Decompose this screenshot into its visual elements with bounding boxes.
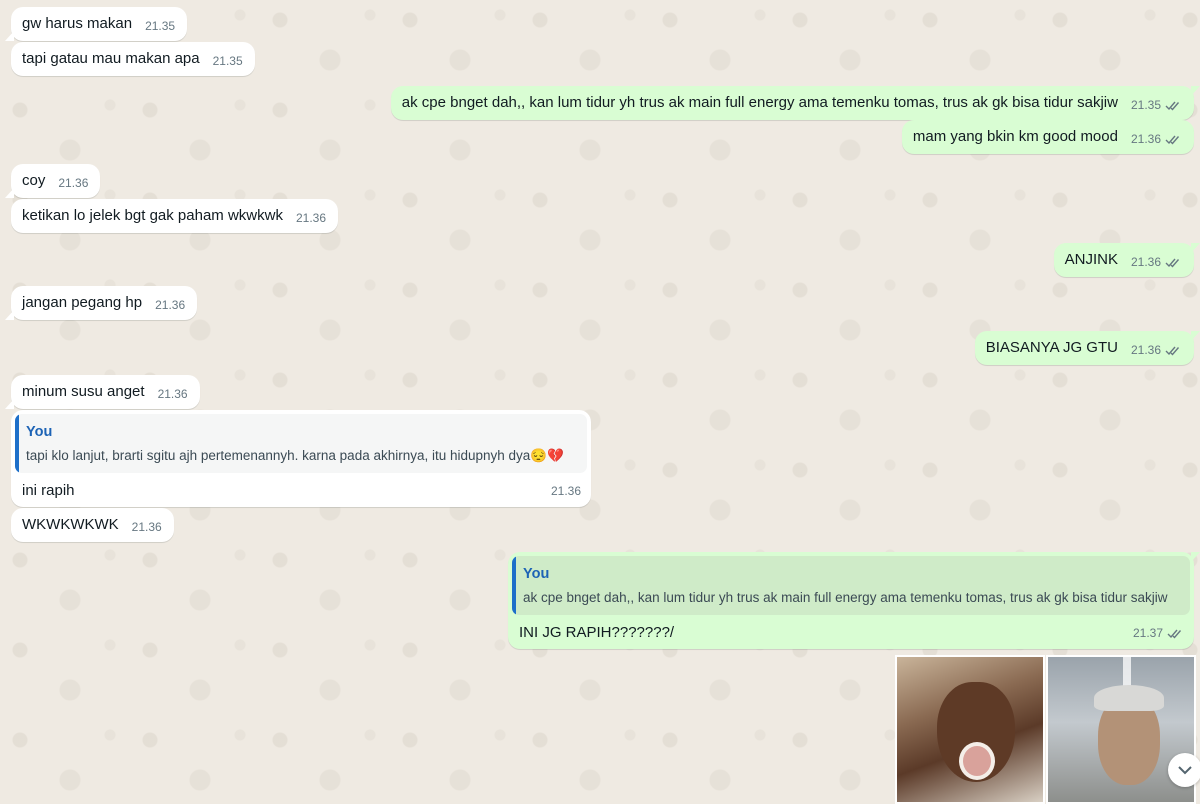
message-time: 21.36	[1130, 132, 1161, 146]
message-text: jangan pegang hp	[22, 294, 143, 311]
message-text: minum susu anget	[22, 383, 145, 400]
message-text: ANJINK	[1064, 251, 1118, 268]
incoming-message[interactable]: coy 21.36	[4, 164, 101, 198]
message-meta: 21.36	[1131, 340, 1182, 360]
message-text: ak cpe bnget dah,, kan lum tidur yh trus…	[401, 94, 1118, 111]
message-time: 21.36	[550, 484, 581, 498]
quote-text: ak cpe bnget dah,, kan lum tidur yh trus…	[523, 590, 1168, 605]
outgoing-reply-message[interactable]: You ak cpe bnget dah,, kan lum tidur yh …	[508, 552, 1200, 649]
message-time: 21.36	[58, 176, 89, 190]
double-check-icon	[1165, 101, 1180, 111]
message-time: 21.35	[1130, 98, 1161, 112]
message-time: 21.36	[131, 520, 162, 534]
message-meta: 21.35	[1131, 95, 1182, 115]
message-time: 21.35	[212, 54, 243, 68]
message-text: INI JG RAPIH???????/	[519, 624, 675, 641]
message-time: 21.37	[1132, 626, 1163, 640]
message-time: 21.36	[155, 298, 186, 312]
quote-author: You	[523, 566, 550, 582]
outgoing-message[interactable]: mam yang bkin km good mood 21.36	[901, 120, 1194, 154]
double-check-icon	[1165, 135, 1180, 145]
message-text: gw harus makan	[22, 15, 133, 32]
double-check-icon	[1165, 258, 1180, 268]
quoted-message[interactable]: You tapi klo lanjut, brarti sgitu ajh pe…	[15, 414, 587, 473]
message-text: BIASANYA JG GTU	[985, 339, 1118, 356]
message-text: ketikan lo jelek bgt gak paham wkwkwk	[22, 207, 283, 224]
message-text: coy	[22, 172, 46, 189]
scroll-to-bottom-button[interactable]	[1168, 753, 1200, 787]
outgoing-message[interactable]: ANJINK 21.36	[1053, 243, 1200, 277]
outgoing-message[interactable]: BIASANYA JG GTU 21.36	[974, 331, 1200, 365]
incoming-message[interactable]: minum susu anget 21.36	[5, 375, 200, 409]
double-check-icon	[1165, 346, 1180, 356]
outgoing-message[interactable]: ak cpe bnget dah,, kan lum tidur yh trus…	[390, 86, 1200, 120]
quote-author: You	[26, 424, 53, 440]
chevron-down-icon	[1178, 766, 1192, 775]
incoming-message[interactable]: jangan pegang hp 21.36	[4, 286, 198, 320]
incoming-message[interactable]: ketikan lo jelek bgt gak paham wkwkwk 21…	[11, 199, 338, 233]
message-time: 21.36	[1130, 255, 1161, 269]
double-check-icon	[1167, 629, 1182, 639]
message-text: WKWKWKWK	[22, 516, 119, 533]
incoming-message[interactable]: gw harus makan 21.35	[4, 7, 188, 41]
quoted-message[interactable]: You ak cpe bnget dah,, kan lum tidur yh …	[512, 556, 1190, 615]
message-time: 21.36	[295, 211, 326, 225]
incoming-message[interactable]: WKWKWKWK 21.36	[11, 508, 174, 542]
quote-text: tapi klo lanjut, brarti sgitu ajh pertem…	[26, 448, 564, 463]
message-time: 21.36	[1130, 343, 1161, 357]
incoming-message[interactable]: tapi gatau mau makan apa 21.35	[11, 42, 255, 76]
message-meta: 21.37	[1133, 623, 1184, 643]
message-meta: 21.36	[1131, 252, 1182, 272]
incoming-reply-message[interactable]: You tapi klo lanjut, brarti sgitu ajh pe…	[11, 410, 591, 507]
message-time: 21.35	[145, 19, 176, 33]
message-meta: 21.36	[1131, 129, 1182, 149]
shared-photo[interactable]	[895, 655, 1045, 804]
message-text: tapi gatau mau makan apa	[22, 50, 200, 67]
message-text: ini rapih	[22, 482, 75, 499]
message-text: mam yang bkin km good mood	[912, 128, 1118, 145]
photo-detail	[1094, 685, 1164, 711]
message-time: 21.36	[157, 387, 188, 401]
photo-detail	[959, 742, 995, 780]
